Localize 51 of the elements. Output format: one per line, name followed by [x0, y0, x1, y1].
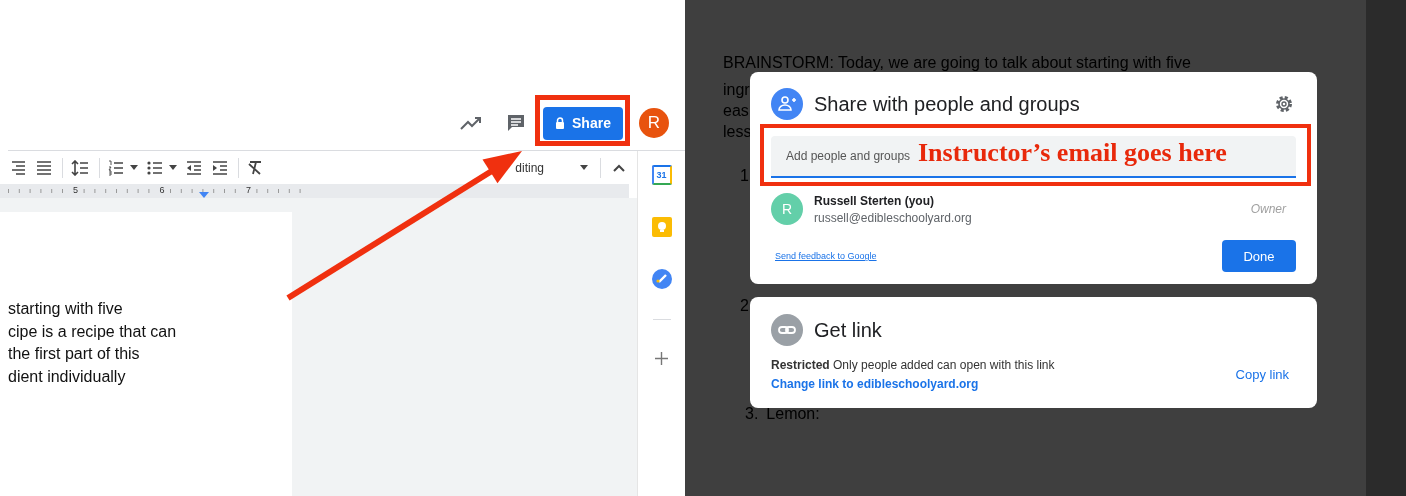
trend-icon[interactable]	[460, 116, 482, 130]
document-text: eas	[723, 101, 749, 121]
document-text: less	[723, 122, 752, 142]
person-avatar: R	[771, 193, 803, 225]
annotation-text: Instructor’s email goes here	[918, 138, 1227, 168]
document-text: ingr	[723, 80, 750, 100]
clear-formatting-icon[interactable]	[247, 160, 263, 175]
increase-indent-icon[interactable]	[212, 160, 228, 175]
copy-link-button[interactable]: Copy link	[1235, 367, 1289, 382]
bulleted-list-icon[interactable]	[147, 160, 163, 175]
ruler-number: 7	[245, 185, 252, 195]
lock-icon	[555, 117, 566, 129]
comment-icon[interactable]	[506, 113, 526, 133]
collapse-icon[interactable]	[613, 163, 625, 172]
numbered-list-icon[interactable]	[108, 159, 124, 176]
done-button[interactable]: Done	[1222, 240, 1296, 272]
ruler-number: 6	[158, 185, 166, 195]
account-avatar[interactable]: R	[639, 108, 669, 138]
list-number: 1	[740, 167, 749, 185]
calendar-icon[interactable]: 31	[651, 165, 672, 185]
line-spacing-icon[interactable]	[71, 159, 89, 176]
ruler-number: 5	[72, 185, 79, 195]
add-person-icon	[771, 88, 803, 120]
change-link[interactable]: Change link to edibleschoolyard.org	[771, 377, 1055, 391]
align-right-icon[interactable]	[10, 160, 26, 175]
feedback-link[interactable]: Send feedback to Google	[775, 251, 877, 261]
dialog-title: Get link	[814, 318, 882, 342]
decrease-indent-icon[interactable]	[186, 160, 202, 175]
person-name: Russell Sterten (you)	[814, 193, 936, 208]
list-number: 2	[740, 297, 749, 315]
document-text: starting with five	[8, 299, 124, 319]
caret-icon[interactable]	[580, 165, 588, 170]
tasks-icon[interactable]	[651, 269, 672, 289]
dialog-title: Share with people and groups	[814, 92, 1080, 116]
mode-label[interactable]: diting	[515, 160, 544, 175]
settings-icon[interactable]	[1274, 94, 1294, 114]
person-email: russell@edibleschoolyard.org	[814, 210, 972, 225]
share-button[interactable]: Share	[543, 106, 623, 140]
document-text: cipe is a recipe that can	[8, 321, 178, 342]
document-text: BRAINSTORM: Today, we are going to talk about starting with five	[723, 53, 1191, 73]
justify-icon[interactable]	[36, 160, 52, 175]
document-text: dient individually	[8, 367, 127, 388]
add-icon[interactable]	[655, 352, 668, 365]
list-text: Lemon:	[766, 405, 820, 423]
access-description: Restricted Only people added can open with this link	[771, 358, 1055, 372]
role-label: Owner	[1250, 202, 1286, 216]
caret-icon[interactable]	[169, 165, 177, 170]
link-icon	[771, 314, 803, 346]
caret-icon[interactable]	[130, 165, 138, 170]
document-text: the first part of this	[8, 344, 141, 365]
list-number: 3.	[745, 405, 759, 423]
